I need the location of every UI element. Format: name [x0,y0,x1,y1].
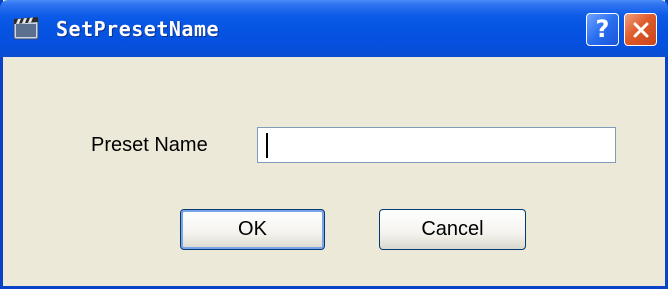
title-bar[interactable]: SetPresetName ? [0,0,668,57]
close-button[interactable] [624,13,657,46]
ok-button[interactable]: OK [180,209,325,250]
cancel-button[interactable]: Cancel [379,209,526,250]
clapperboard-icon [12,15,40,41]
close-icon [633,22,648,37]
window-title: SetPresetName [56,17,220,41]
help-icon: ? [595,15,610,43]
text-caret [266,133,268,158]
dialog-window: SetPresetName ? Preset Name OK Cancel [0,0,668,289]
preset-name-input[interactable] [257,127,616,163]
preset-name-label: Preset Name [91,134,208,156]
help-button[interactable]: ? [586,13,619,46]
